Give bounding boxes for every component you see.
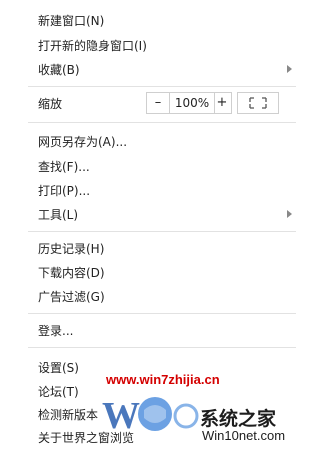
menu-item-bookmarks[interactable]: 收藏(B)	[0, 59, 302, 81]
menu-item-label: 历史记录(H)	[38, 242, 105, 256]
menu-item-label: 设置(S)	[38, 361, 79, 375]
menu-item-ad-filter[interactable]: 广告过滤(G)	[0, 286, 302, 308]
fullscreen-icon	[249, 97, 267, 109]
zoom-control: – 100% +	[146, 92, 232, 114]
menu-item-label: 工具(L)	[38, 208, 79, 222]
menu-item-label: 打印(P)...	[38, 184, 91, 198]
windows-logo-watermark-icon: W	[102, 395, 199, 437]
watermark-url: www.win7zhijia.cn	[106, 372, 220, 387]
menu-item-label: 广告过滤(G)	[38, 290, 105, 304]
menu-item-new-window[interactable]: 新建窗口(N)	[0, 10, 302, 32]
watermark-site: Win10net.com	[202, 428, 286, 443]
menu-item-new-incognito-window[interactable]: 打开新的隐身窗口(I)	[0, 35, 302, 57]
menu-item-label: 论坛(T)	[38, 385, 79, 399]
menu-item-save-as[interactable]: 网页另存为(A)...	[0, 131, 302, 153]
menu-item-label: 检测新版本	[38, 408, 99, 422]
watermark-brand: 系统之家	[200, 408, 277, 430]
zoom-label: 缩放	[38, 97, 63, 111]
menu-separator	[28, 122, 296, 123]
menu-item-login[interactable]: 登录...	[0, 320, 302, 342]
menu-separator	[28, 231, 296, 232]
menu-item-label: 打开新的隐身窗口(I)	[38, 39, 147, 53]
fullscreen-button[interactable]	[237, 92, 279, 114]
zoom-level-value: 100%	[169, 93, 215, 113]
menu-separator	[28, 347, 296, 348]
menu-item-tools[interactable]: 工具(L)	[0, 204, 302, 226]
zoom-in-button[interactable]: +	[213, 93, 231, 113]
menu-item-label: 新建窗口(N)	[38, 14, 105, 28]
menu-item-history[interactable]: 历史记录(H)	[0, 238, 302, 260]
menu-item-label: 下载内容(D)	[38, 266, 105, 280]
menu-item-label: 登录...	[38, 324, 74, 338]
menu-item-find[interactable]: 查找(F)...	[0, 156, 302, 178]
menu-item-label: 收藏(B)	[38, 63, 80, 77]
svg-text:W: W	[102, 395, 140, 437]
menu-item-print[interactable]: 打印(P)...	[0, 180, 302, 202]
submenu-arrow-icon	[287, 65, 292, 73]
menu-item-label: 查找(F)...	[38, 160, 90, 174]
zoom-out-button[interactable]: –	[147, 93, 169, 113]
menu-item-label: 网页另存为(A)...	[38, 135, 128, 149]
menu-separator	[28, 313, 296, 314]
submenu-arrow-icon	[287, 210, 292, 218]
menu-item-downloads[interactable]: 下载内容(D)	[0, 262, 302, 284]
menu-separator	[28, 86, 296, 87]
